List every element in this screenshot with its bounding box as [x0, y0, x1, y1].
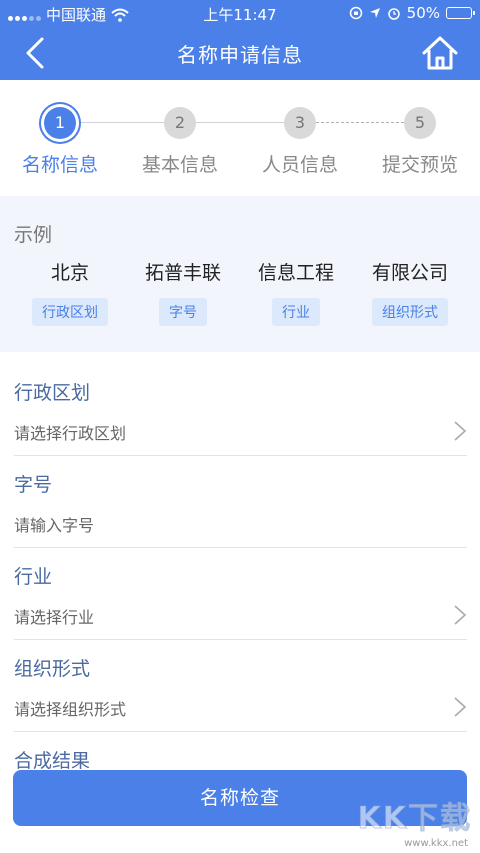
field-label: 字号	[14, 474, 53, 496]
example-item: 信息工程 行业	[236, 258, 356, 326]
example-word: 拓普丰联	[144, 262, 221, 284]
step-3-number: 3	[284, 107, 316, 139]
step-connector	[196, 122, 284, 123]
step-5-label: 提交预览	[381, 154, 458, 176]
status-bar: 中国联通 上午11:47 50%	[0, 0, 480, 26]
chevron-right-icon[interactable]	[453, 696, 467, 718]
page-title: 名称申请信息	[177, 43, 303, 67]
orientation-lock-icon	[349, 6, 362, 20]
watermark-logo: KK下载	[357, 801, 472, 837]
example-title: 示例	[14, 224, 53, 246]
step-indicator: 1 名称信息 2 基本信息 3 人员信息 5 提交预览	[0, 80, 480, 196]
step-5-number: 5	[404, 107, 436, 139]
step-2-number: 2	[164, 107, 196, 139]
example-section: 示例 北京 行政区划 拓普丰联 字号 信息工程 行业 有限公司 组织形式	[0, 196, 480, 352]
nav-bar: 名称申请信息	[0, 26, 480, 80]
field-admin-region[interactable]: 行政区划 请选择行政区划	[14, 364, 467, 456]
field-label: 组织形式	[14, 658, 91, 680]
step-connector-dashed	[316, 122, 404, 123]
field-label: 行业	[14, 566, 53, 588]
watermark-url: www.kkx.net	[404, 838, 468, 849]
example-word: 有限公司	[371, 262, 448, 284]
example-tag: 行业	[272, 298, 320, 326]
example-word: 信息工程	[257, 262, 334, 284]
org-form-select[interactable]: 请选择组织形式	[14, 696, 126, 720]
chevron-right-icon[interactable]	[453, 420, 467, 442]
location-icon	[369, 8, 380, 18]
step-1-label: 名称信息	[21, 154, 98, 176]
example-item: 有限公司 组织形式	[350, 258, 470, 326]
example-item: 北京 行政区划	[10, 258, 130, 326]
battery-percent: 50%	[406, 4, 440, 22]
field-result: 合成结果	[14, 732, 467, 774]
alarm-icon	[387, 8, 400, 20]
example-tag: 组织形式	[372, 298, 448, 326]
example-tag: 字号	[159, 298, 207, 326]
step-connector	[76, 122, 164, 123]
field-label: 行政区划	[14, 382, 91, 404]
industry-select[interactable]: 请选择行业	[14, 604, 94, 628]
field-trade-name[interactable]: 字号 请输入字号	[14, 456, 467, 548]
status-right: 50%	[349, 4, 475, 22]
example-item: 拓普丰联 字号	[123, 258, 243, 326]
step-2-label: 基本信息	[141, 154, 218, 176]
chevron-right-icon[interactable]	[453, 604, 467, 626]
trade-name-input[interactable]: 请输入字号	[14, 512, 94, 536]
admin-region-select[interactable]: 请选择行政区划	[14, 420, 126, 444]
name-form: 行政区划 请选择行政区划 字号 请输入字号 行业 请选择行业 组织形式 请选择组…	[0, 364, 480, 774]
field-org-form[interactable]: 组织形式 请选择组织形式	[14, 640, 467, 732]
step-1-number: 1	[44, 107, 76, 139]
step-3-label: 人员信息	[261, 154, 338, 176]
battery-icon	[446, 7, 475, 19]
example-word: 北京	[50, 262, 89, 284]
home-icon[interactable]	[420, 33, 460, 73]
field-industry[interactable]: 行业 请选择行业	[14, 548, 467, 640]
example-tag: 行政区划	[32, 298, 108, 326]
field-label: 合成结果	[14, 750, 91, 772]
watermark: KK下载 www.kkx.net	[352, 791, 472, 851]
